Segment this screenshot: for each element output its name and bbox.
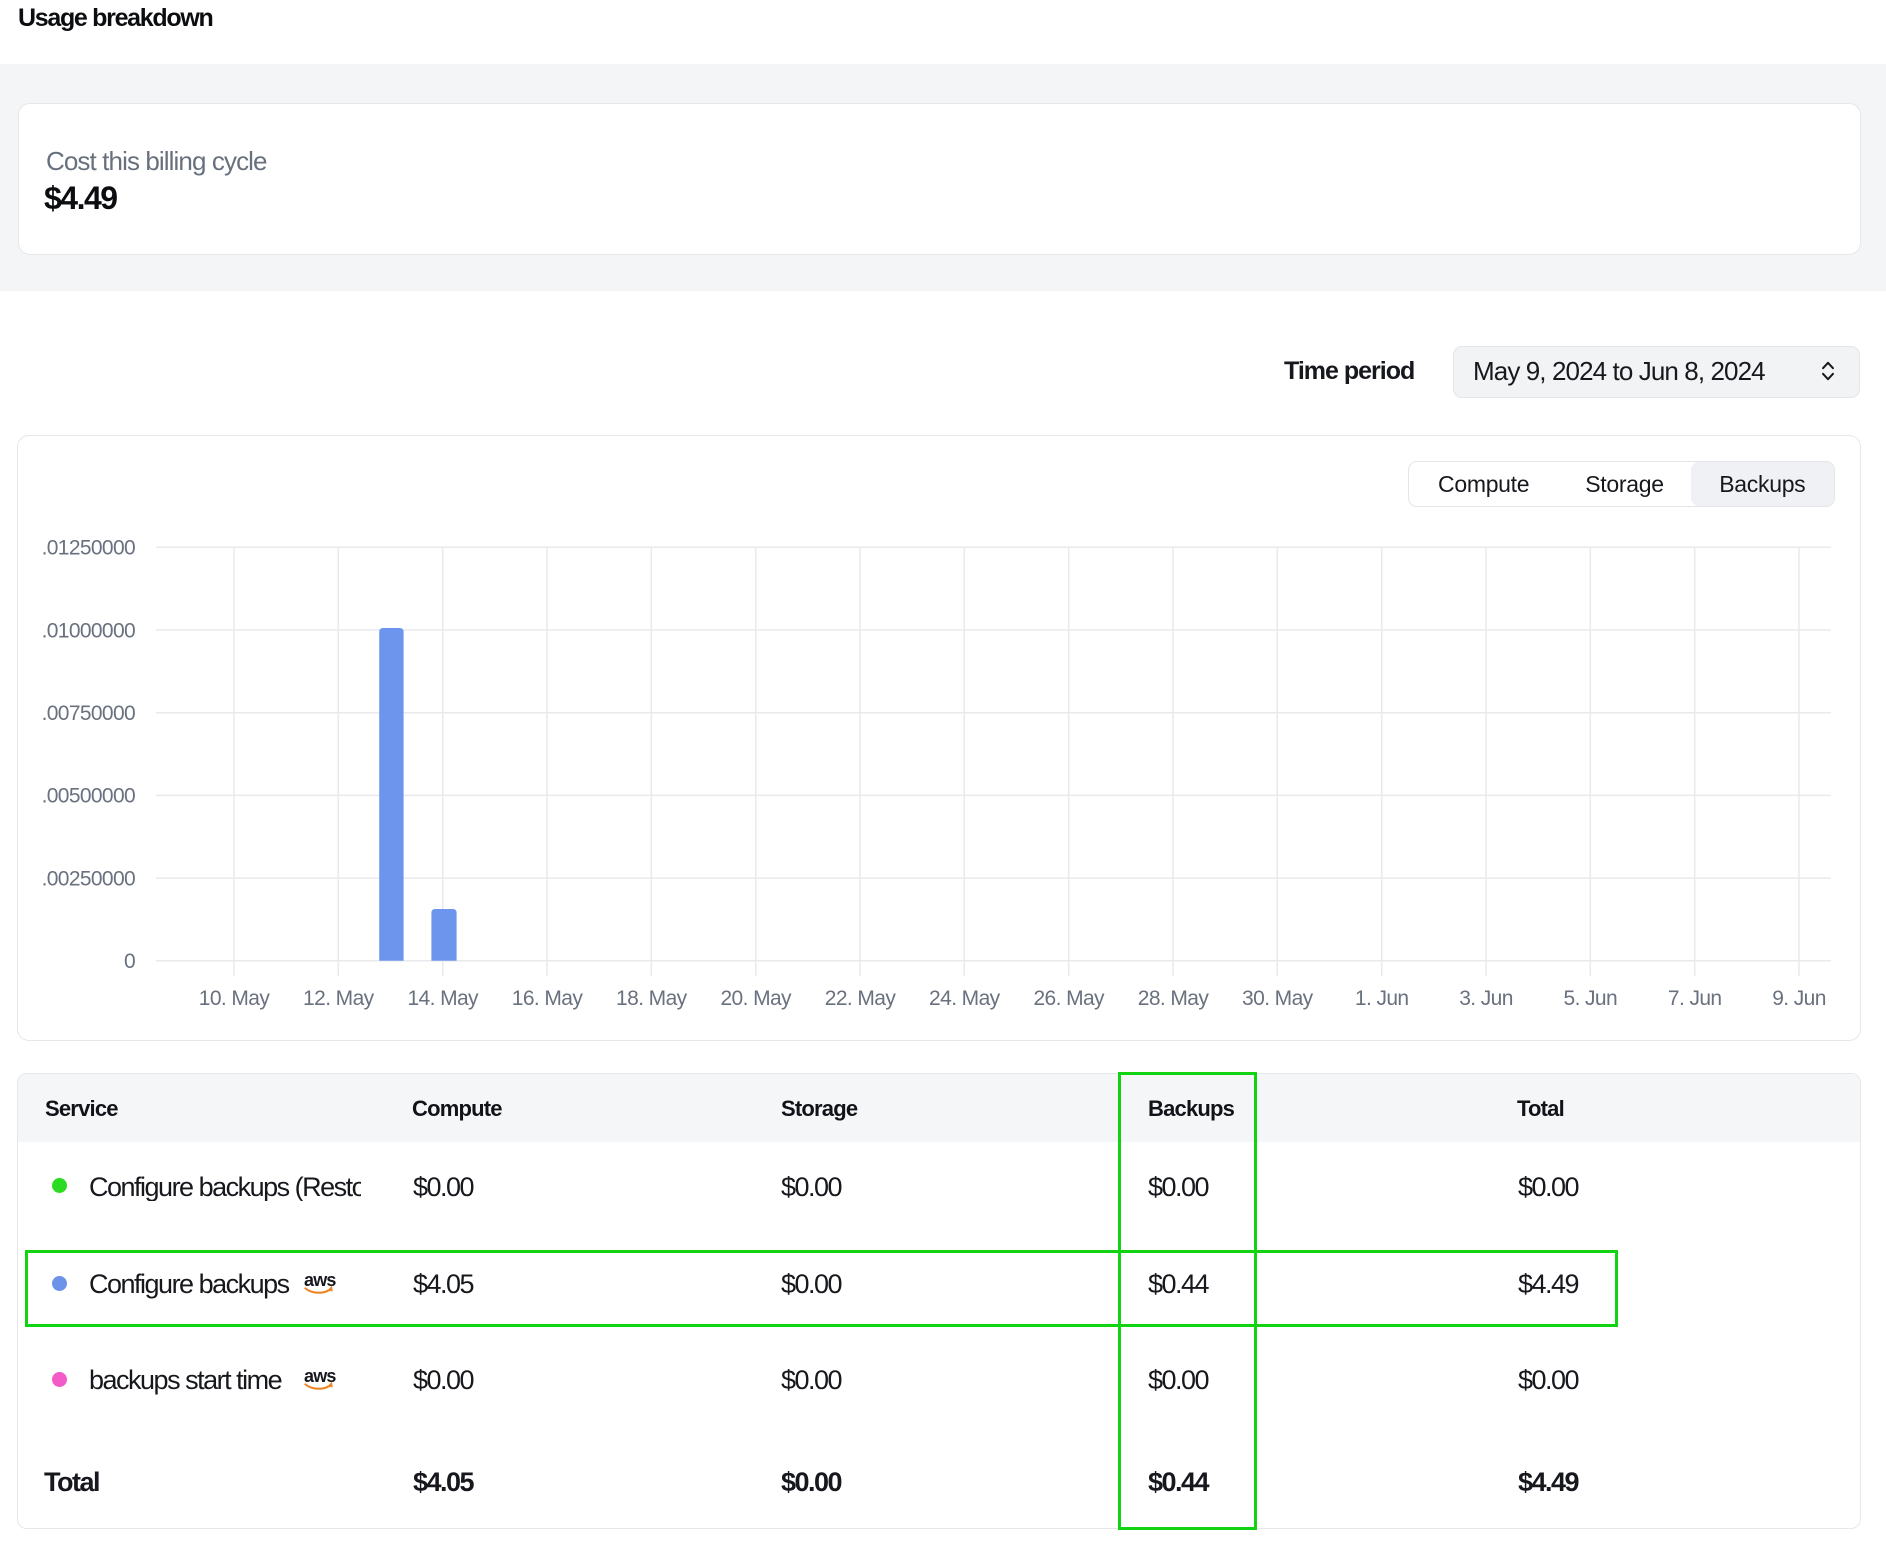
svg-text:3. Jun: 3. Jun bbox=[1459, 987, 1513, 1010]
svg-text:.01250000: .01250000 bbox=[42, 537, 135, 560]
svg-text:.00250000: .00250000 bbox=[42, 867, 135, 890]
svg-text:16. May: 16. May bbox=[512, 987, 584, 1010]
svg-text:.00750000: .00750000 bbox=[42, 702, 135, 725]
svg-text:0: 0 bbox=[124, 950, 135, 973]
svg-text:26. May: 26. May bbox=[1033, 987, 1105, 1010]
svg-text:24. May: 24. May bbox=[929, 987, 1001, 1010]
svg-text:.00500000: .00500000 bbox=[42, 785, 135, 808]
svg-text:18. May: 18. May bbox=[616, 987, 688, 1010]
svg-text:10. May: 10. May bbox=[199, 987, 271, 1010]
svg-text:30. May: 30. May bbox=[1242, 987, 1314, 1010]
svg-text:20. May: 20. May bbox=[720, 987, 792, 1010]
svg-text:1. Jun: 1. Jun bbox=[1355, 987, 1409, 1010]
svg-text:12. May: 12. May bbox=[303, 987, 375, 1010]
svg-text:9. Jun: 9. Jun bbox=[1772, 987, 1826, 1010]
svg-text:14. May: 14. May bbox=[407, 987, 479, 1010]
svg-text:22. May: 22. May bbox=[825, 987, 897, 1010]
svg-text:.01000000: .01000000 bbox=[42, 619, 135, 642]
svg-text:7. Jun: 7. Jun bbox=[1668, 987, 1722, 1010]
svg-text:5. Jun: 5. Jun bbox=[1563, 987, 1617, 1010]
svg-text:28. May: 28. May bbox=[1138, 987, 1210, 1010]
